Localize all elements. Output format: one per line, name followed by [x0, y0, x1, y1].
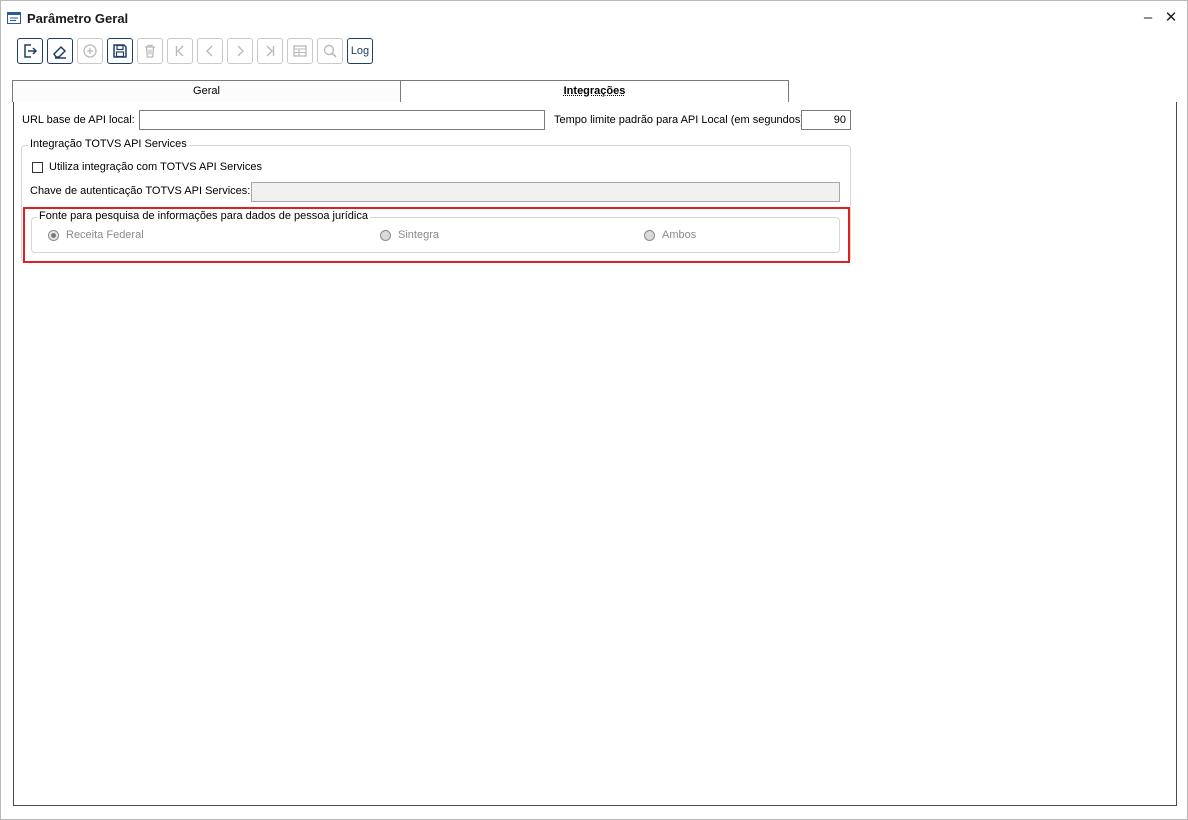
window-app-icon — [7, 12, 21, 24]
add-button[interactable] — [77, 38, 103, 64]
use-totvs-checkbox[interactable] — [32, 162, 43, 173]
search-icon — [323, 44, 337, 58]
save-button[interactable] — [107, 38, 133, 64]
tab-integracoes[interactable]: Integrações — [400, 80, 789, 103]
tab-integracoes-label: Integrações — [563, 85, 626, 97]
tab-geral[interactable]: Geral — [12, 80, 401, 102]
log-button-label: Log — [350, 45, 370, 57]
trash-icon — [145, 44, 155, 58]
minimize-button[interactable]: – — [1139, 9, 1157, 27]
url-base-label: URL base de API local: — [22, 114, 135, 126]
clear-button[interactable] — [47, 38, 73, 64]
use-totvs-label[interactable]: Utiliza integração com TOTVS API Service… — [49, 161, 262, 173]
exit-icon — [24, 44, 38, 58]
first-record-button[interactable] — [167, 38, 193, 64]
previous-record-button[interactable] — [197, 38, 223, 64]
first-record-icon — [175, 45, 184, 57]
next-record-button[interactable] — [227, 38, 253, 64]
delete-button[interactable] — [137, 38, 163, 64]
add-icon — [83, 44, 97, 58]
parametro-geral-window: Parâmetro Geral – ✕ Log Geral Integraçõe… — [0, 0, 1188, 820]
grid-icon — [293, 45, 307, 57]
log-button[interactable]: Log — [347, 38, 373, 64]
save-icon — [113, 44, 127, 58]
url-base-input[interactable] — [139, 110, 545, 130]
last-record-button[interactable] — [257, 38, 283, 64]
eraser-icon — [53, 45, 67, 59]
title-bar: Parâmetro Geral – ✕ — [1, 1, 1187, 35]
exit-button[interactable] — [17, 38, 43, 64]
highlight-box — [23, 207, 850, 263]
auth-key-input[interactable] — [251, 182, 840, 202]
previous-record-icon — [206, 45, 213, 57]
tab-geral-label: Geral — [193, 85, 220, 97]
last-record-icon — [266, 45, 275, 57]
timeout-input[interactable] — [801, 110, 851, 130]
search-button[interactable] — [317, 38, 343, 64]
window-title: Parâmetro Geral — [27, 11, 129, 26]
totvs-api-group-title: Integração TOTVS API Services — [28, 138, 189, 150]
grid-view-button[interactable] — [287, 38, 313, 64]
close-button[interactable]: ✕ — [1162, 9, 1180, 27]
timeout-label: Tempo limite padrão para API Local (em s… — [554, 114, 808, 126]
auth-key-label: Chave de autenticação TOTVS API Services… — [30, 185, 251, 197]
next-record-icon — [237, 45, 244, 57]
